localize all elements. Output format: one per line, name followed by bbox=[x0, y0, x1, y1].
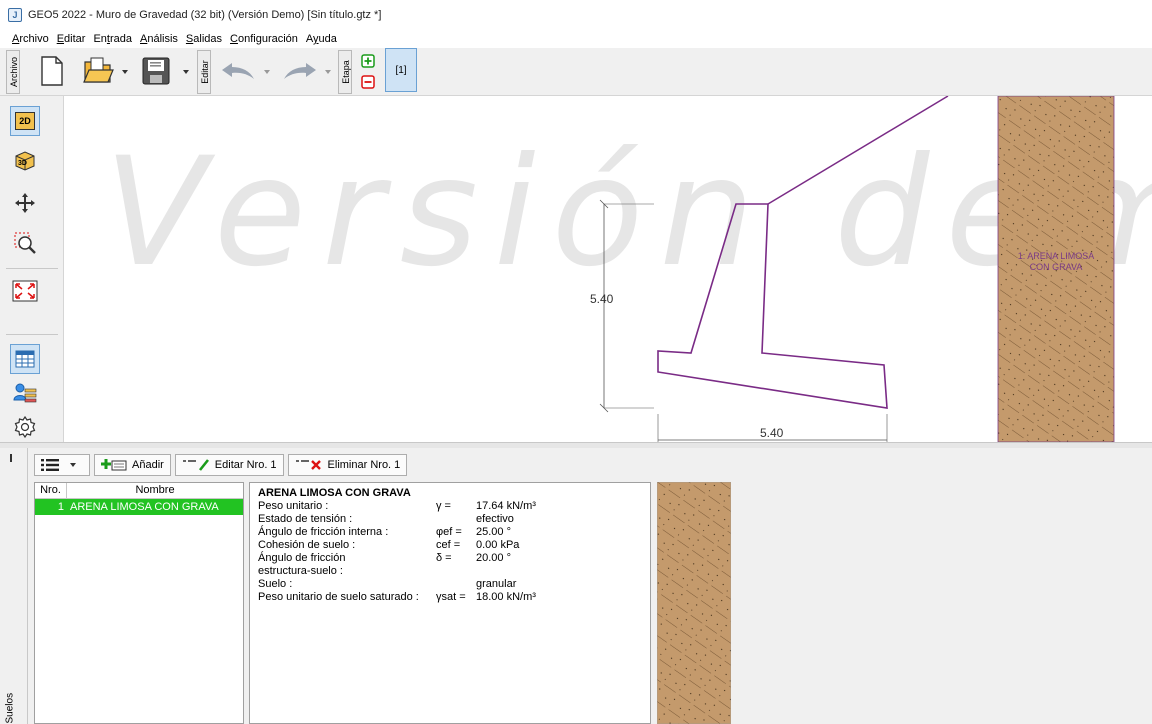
soil-properties-panel: ARENA LIMOSA CON GRAVA Peso unitario :γ … bbox=[249, 482, 651, 724]
property-row: Ángulo de fricción interna : φef = 25.00 ° bbox=[258, 526, 511, 538]
add-keyboard-icon bbox=[101, 459, 127, 471]
save-dropdown-caret[interactable] bbox=[183, 70, 189, 74]
view-toolbar: 2D 3D bbox=[0, 96, 64, 442]
delete-soil-button[interactable]: Eliminar Nro. 1 bbox=[287, 454, 408, 476]
open-dropdown-caret[interactable] bbox=[122, 70, 128, 74]
property-row: Suelo : granular bbox=[258, 578, 517, 590]
undo-arrow-icon bbox=[222, 63, 254, 79]
zoom-extents-button[interactable] bbox=[10, 276, 40, 306]
soil-properties-title: ARENA LIMOSA CON GRAVA bbox=[258, 487, 411, 499]
height-dimension-label: 5.40 bbox=[590, 292, 614, 306]
move-view-button[interactable] bbox=[10, 188, 40, 218]
menu-ayuda[interactable]: Ayuda bbox=[302, 30, 341, 48]
property-row: Peso unitario de suelo saturado : γsat = 1… bbox=[258, 591, 536, 603]
property-row: Peso unitario :γ = 17.64 kN/m³ bbox=[258, 500, 536, 512]
soil-pattern-preview bbox=[657, 482, 731, 724]
gravity-wall-outline[interactable] bbox=[657, 203, 888, 409]
toolbar-separator bbox=[6, 334, 58, 335]
property-row: Cohesión de suelo : cef = 0.00 kPa bbox=[258, 539, 520, 551]
table-row[interactable]: 1 ARENA LIMOSA CON GRAVA bbox=[35, 499, 243, 515]
group-etapa: Etapa bbox=[338, 50, 352, 94]
chevron-down-icon bbox=[70, 463, 76, 467]
group-archivo: Archivo bbox=[6, 50, 20, 94]
side-tab-label: Suelos bbox=[4, 692, 16, 724]
edit-soil-button[interactable]: Editar Nro. 1 bbox=[174, 454, 284, 476]
window-title: GEO5 2022 - Muro de Gravedad (32 bit) (V… bbox=[28, 9, 382, 21]
move-arrows-icon bbox=[15, 193, 35, 213]
view-3d-button[interactable]: 3D bbox=[10, 146, 40, 176]
add-soil-button[interactable]: Añadir bbox=[94, 454, 171, 476]
title-bar: J GEO5 2022 - Muro de Gravedad (32 bit) … bbox=[0, 0, 1152, 30]
table-grid-icon bbox=[15, 350, 35, 368]
zoom-window-button[interactable] bbox=[10, 228, 40, 258]
3d-cube-icon: 3D bbox=[15, 151, 35, 171]
settings-button[interactable] bbox=[10, 412, 40, 442]
redo-arrow-icon bbox=[284, 63, 316, 79]
suelos-side-tab[interactable]: Suelos bbox=[0, 448, 28, 724]
menu-analisis[interactable]: Análisis bbox=[136, 30, 182, 48]
folder-open-icon bbox=[83, 57, 114, 83]
plus-green-icon bbox=[361, 54, 375, 68]
remove-stage-button[interactable] bbox=[360, 74, 376, 90]
width-dimension-label: 5.40 bbox=[760, 426, 784, 440]
column-header-nro[interactable]: Nro. bbox=[35, 483, 67, 498]
property-row: Ángulo de fricción δ = 20.00 ° bbox=[258, 552, 511, 564]
group-editar: Editar bbox=[197, 50, 211, 94]
style-settings-button[interactable] bbox=[10, 379, 40, 409]
edit-pencil-icon bbox=[182, 459, 209, 471]
gear-icon bbox=[14, 416, 36, 438]
view-2d-button[interactable]: 2D bbox=[10, 106, 40, 136]
main-toolbar: Archivo Editar Etapa bbox=[0, 48, 1152, 96]
cell-nombre: ARENA LIMOSA CON GRAVA bbox=[70, 501, 219, 513]
menu-bar: Archivo Editar Entrada Análisis Salidas … bbox=[0, 30, 341, 48]
delete-x-icon bbox=[295, 460, 321, 470]
stage-1-button[interactable]: [1] bbox=[385, 48, 417, 92]
column-header-nombre[interactable]: Nombre bbox=[67, 483, 243, 498]
menu-salidas[interactable]: Salidas bbox=[182, 30, 226, 48]
soil-layer-label: 1: ARENA LIMOSA CON GRAVA bbox=[1017, 251, 1095, 272]
wall-drawing bbox=[599, 96, 1115, 442]
soils-toolbar: Añadir Editar Nro. 1 Eliminar Nro. 1 bbox=[34, 454, 408, 476]
list-view-button[interactable] bbox=[34, 454, 90, 476]
soils-table: Nro. Nombre 1 ARENA LIMOSA CON GRAVA bbox=[34, 482, 244, 724]
zoom-extents-icon bbox=[12, 280, 38, 302]
new-file-icon bbox=[41, 56, 63, 86]
app-icon: J bbox=[8, 8, 22, 22]
svg-text:3D: 3D bbox=[18, 160, 27, 167]
menu-editar[interactable]: Editar bbox=[53, 30, 90, 48]
undo-button[interactable] bbox=[218, 56, 258, 86]
menu-configuracion[interactable]: Configuración bbox=[226, 30, 302, 48]
property-row: estructura-suelo : bbox=[258, 565, 343, 577]
table-header: Nro. Nombre bbox=[35, 483, 243, 499]
redo-button[interactable] bbox=[280, 56, 320, 86]
save-disk-icon bbox=[142, 57, 170, 85]
table-view-button[interactable] bbox=[10, 344, 40, 374]
open-file-button[interactable] bbox=[80, 54, 116, 88]
cell-nro: 1 bbox=[57, 501, 64, 513]
minus-red-icon bbox=[361, 75, 375, 89]
list-icon bbox=[41, 459, 59, 471]
toolbar-separator bbox=[6, 268, 58, 269]
new-file-button[interactable] bbox=[36, 54, 68, 88]
add-stage-button[interactable] bbox=[360, 53, 376, 69]
redo-dropdown-caret[interactable] bbox=[325, 70, 331, 74]
menu-entrada[interactable]: Entrada bbox=[89, 30, 136, 48]
undo-dropdown-caret[interactable] bbox=[264, 70, 270, 74]
style-manager-icon bbox=[13, 383, 37, 403]
drawing-canvas[interactable]: Versión dem 5.40 5.40 1: ARENA LIMOSA CO… bbox=[64, 96, 1152, 442]
zoom-window-icon bbox=[14, 232, 36, 254]
terrain-line bbox=[767, 96, 949, 205]
menu-archivo[interactable]: Archivo bbox=[8, 30, 53, 48]
property-row: Estado de tensión : efectivo bbox=[258, 513, 514, 525]
2d-icon: 2D bbox=[15, 112, 35, 130]
soils-panel: Añadir Editar Nro. 1 Eliminar Nro. 1 Nro… bbox=[28, 448, 1152, 724]
save-button[interactable] bbox=[138, 54, 174, 88]
pin-icon[interactable] bbox=[10, 454, 12, 462]
